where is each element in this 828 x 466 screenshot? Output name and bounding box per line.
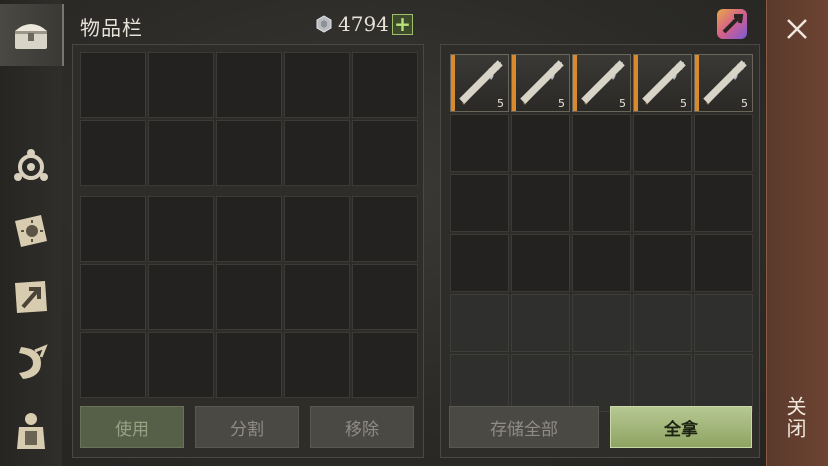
sidebar	[0, 0, 64, 466]
inventory-slot[interactable]	[148, 52, 214, 118]
inventory-slot[interactable]	[284, 196, 350, 262]
storage-slot-locked	[511, 294, 570, 352]
storage-slot-locked	[572, 294, 631, 352]
close-icon[interactable]	[784, 16, 810, 42]
map-arrow-icon	[15, 281, 47, 313]
storage-slot[interactable]	[694, 174, 753, 232]
sidebar-tab-stats[interactable]	[0, 136, 62, 198]
scroll-icon	[19, 344, 48, 379]
sun-book-icon	[15, 215, 47, 247]
storage-slot[interactable]	[633, 174, 692, 232]
inventory-slot[interactable]	[352, 264, 418, 330]
store-all-button[interactable]: 存储全部	[449, 406, 599, 448]
sidebar-tab-chest[interactable]	[0, 4, 64, 66]
sidebar-tab-scroll[interactable]	[0, 332, 62, 394]
rings-icon	[14, 149, 48, 181]
split-button[interactable]: 分割	[195, 406, 299, 448]
storage-item-slot[interactable]: 5	[694, 54, 753, 112]
storage-slot[interactable]	[450, 114, 509, 172]
item-count: 5	[680, 97, 687, 110]
inventory-slot[interactable]	[284, 120, 350, 186]
take-all-button[interactable]: 全拿	[610, 406, 752, 448]
storage-slot[interactable]	[572, 114, 631, 172]
storage-slot[interactable]	[511, 234, 570, 292]
silver-coin-icon	[316, 15, 332, 33]
storage-slot-locked	[694, 354, 753, 412]
inventory-slot[interactable]	[80, 264, 146, 330]
rarity-stripe	[695, 55, 699, 111]
storage-slot[interactable]	[511, 114, 570, 172]
storage-slot[interactable]	[450, 234, 509, 292]
inventory-slot[interactable]	[148, 120, 214, 186]
close-button[interactable]: 关闭	[783, 396, 810, 440]
storage-slot-locked	[633, 294, 692, 352]
inventory-slot[interactable]	[352, 332, 418, 398]
storage-slot[interactable]	[572, 174, 631, 232]
inventory-slot[interactable]	[216, 332, 282, 398]
inventory-slot[interactable]	[216, 52, 282, 118]
inventory-grid-top	[80, 52, 418, 186]
inventory-slot[interactable]	[80, 120, 146, 186]
inventory-slot[interactable]	[284, 52, 350, 118]
inventory-grid-bottom	[80, 196, 418, 398]
storage-slot[interactable]	[450, 174, 509, 232]
storage-slot[interactable]	[511, 174, 570, 232]
storage-slot[interactable]	[694, 114, 753, 172]
storage-item-slot[interactable]: 5	[633, 54, 692, 112]
crafting-icon[interactable]	[714, 6, 750, 42]
rarity-stripe	[573, 55, 577, 111]
inventory-slot[interactable]	[216, 264, 282, 330]
rarity-stripe	[512, 55, 516, 111]
rarity-stripe	[634, 55, 638, 111]
inventory-slot[interactable]	[148, 332, 214, 398]
sidebar-tab-map[interactable]	[0, 266, 62, 328]
rarity-stripe	[451, 55, 455, 111]
storage-slot[interactable]	[633, 114, 692, 172]
item-count: 5	[558, 97, 565, 110]
storage-slot-locked	[511, 354, 570, 412]
inventory-slot[interactable]	[148, 264, 214, 330]
armor-icon	[17, 413, 45, 449]
inventory-slot[interactable]	[352, 120, 418, 186]
chest-icon	[15, 24, 47, 49]
storage-item-slot[interactable]: 5	[511, 54, 570, 112]
storage-grid: 5 5 5 5 5	[450, 54, 753, 412]
inventory-slot[interactable]	[80, 332, 146, 398]
inventory-slot[interactable]	[352, 52, 418, 118]
item-count: 5	[497, 97, 504, 110]
storage-slot[interactable]	[694, 234, 753, 292]
storage-slot[interactable]	[572, 234, 631, 292]
inventory-slot[interactable]	[284, 332, 350, 398]
storage-slot[interactable]	[633, 234, 692, 292]
currency-amount: 4794	[338, 12, 389, 36]
storage-item-slot[interactable]: 5	[572, 54, 631, 112]
add-currency-button[interactable]: +	[392, 14, 413, 35]
item-count: 5	[741, 97, 748, 110]
storage-item-slot[interactable]: 5	[450, 54, 509, 112]
inventory-slot[interactable]	[216, 196, 282, 262]
inventory-slot[interactable]	[352, 196, 418, 262]
inventory-slot[interactable]	[80, 52, 146, 118]
sidebar-tab-character[interactable]	[0, 400, 62, 462]
item-count: 5	[619, 97, 626, 110]
storage-slot-locked	[450, 354, 509, 412]
inventory-slot[interactable]	[80, 196, 146, 262]
storage-slot-locked	[572, 354, 631, 412]
remove-button[interactable]: 移除	[310, 406, 414, 448]
inventory-slot[interactable]	[284, 264, 350, 330]
page-title: 物品栏	[80, 16, 143, 40]
inventory-slot[interactable]	[216, 120, 282, 186]
storage-slot-locked	[694, 294, 753, 352]
inventory-slot[interactable]	[148, 196, 214, 262]
storage-slot-locked	[633, 354, 692, 412]
sidebar-tab-journal[interactable]	[0, 200, 62, 262]
use-button[interactable]: 使用	[80, 406, 184, 448]
storage-slot-locked	[450, 294, 509, 352]
